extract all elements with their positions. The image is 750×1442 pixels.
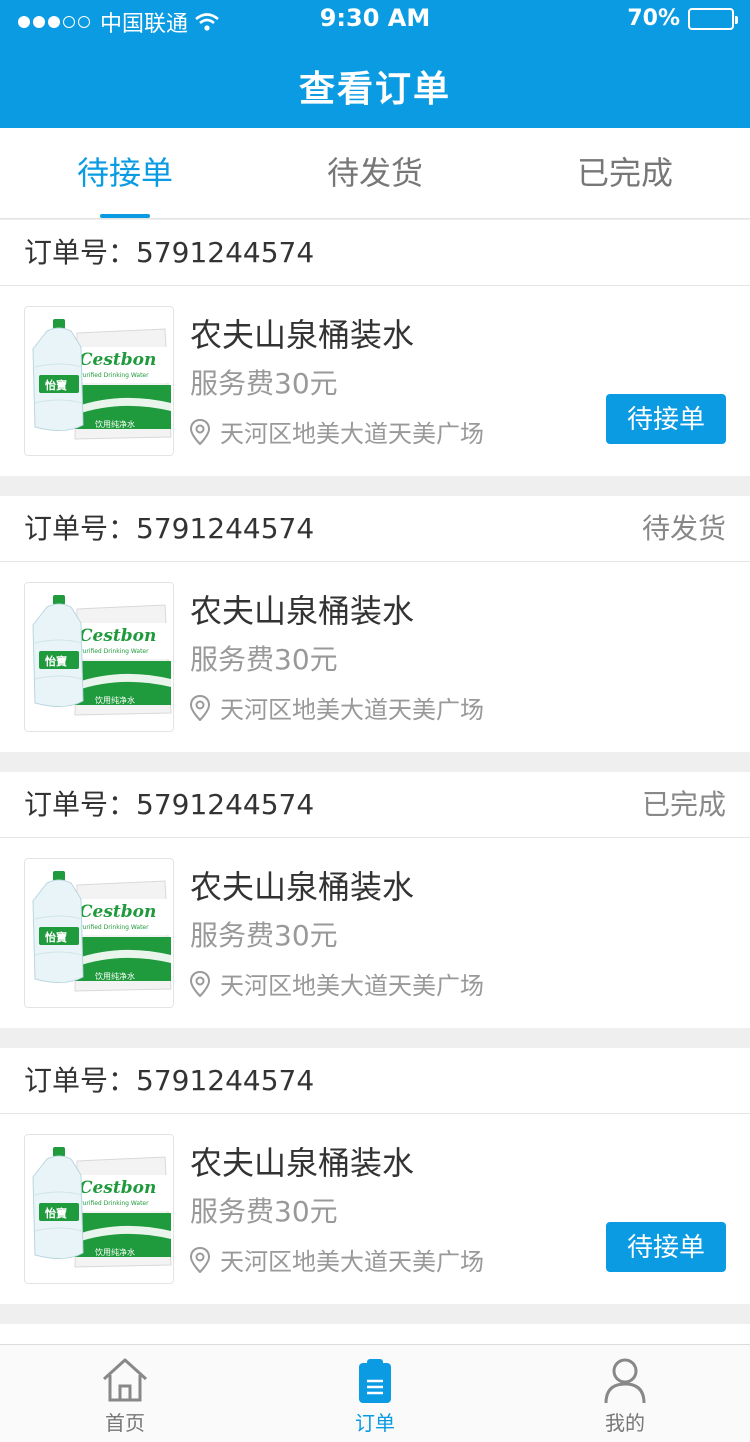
- location-pin-icon: [190, 970, 210, 997]
- address-text: 天河区地美大道天美广场: [220, 696, 484, 724]
- delivery-address: 天河区地美大道天美广场: [190, 690, 484, 725]
- product-image: [24, 858, 174, 1008]
- location-pin-icon: [190, 694, 210, 721]
- address-text: 天河区地美大道天美广场: [220, 420, 484, 448]
- order-number: 订单号：5791244574: [24, 1064, 315, 1097]
- accept-order-button[interactable]: 待接单: [606, 394, 726, 444]
- nav-home-label: 首页: [105, 1411, 145, 1435]
- service-fee: 服务费30元: [190, 919, 338, 952]
- location-pin-icon: [190, 1246, 210, 1273]
- bottom-tab-bar: 首页 订单 我的: [0, 1344, 750, 1442]
- product-name: 农夫山泉桶装水: [190, 868, 415, 906]
- nav-home[interactable]: 首页: [0, 1345, 250, 1442]
- tab-pending-ship[interactable]: 待发货: [250, 128, 500, 218]
- service-fee: 服务费30元: [190, 1195, 338, 1228]
- user-icon: [604, 1358, 646, 1404]
- service-fee: 服务费30元: [190, 643, 338, 676]
- product-image: [24, 1134, 174, 1284]
- order-body: 农夫山泉桶装水 服务费30元 天河区地美大道天美广场: [0, 562, 750, 752]
- product-image: [24, 306, 174, 456]
- order-state: 待发货: [641, 512, 726, 545]
- delivery-address: 天河区地美大道天美广场: [190, 966, 484, 1001]
- battery-status: 70%: [627, 6, 738, 31]
- order-card[interactable]: 订单号：5791244574 农夫山泉桶装水 服务费30元 天河区地美大道天美广…: [0, 1048, 750, 1304]
- order-state: 已完成: [641, 788, 726, 821]
- home-icon: [102, 1358, 148, 1402]
- location-pin-icon: [190, 418, 210, 445]
- address-text: 天河区地美大道天美广场: [220, 972, 484, 1000]
- order-status-tabs: 待接单 待发货 已完成: [0, 128, 750, 219]
- tab-completed[interactable]: 已完成: [500, 128, 750, 218]
- product-image: [24, 582, 174, 732]
- status-bar: 中国联通 9:30 AM 70%: [0, 0, 750, 40]
- nav-profile-label: 我的: [605, 1411, 645, 1435]
- accept-order-button[interactable]: 待接单: [606, 1222, 726, 1272]
- order-header: 订单号：5791244574 已完成: [0, 772, 750, 838]
- order-card[interactable]: 订单号：5791244574 农夫山泉桶装水 服务费30元 天河区地美大道天美广…: [0, 220, 750, 476]
- next-order-card-edge: [0, 1324, 750, 1344]
- battery-percent: 70%: [627, 6, 680, 31]
- tab-pending-accept[interactable]: 待接单: [0, 128, 250, 218]
- order-card[interactable]: 订单号：5791244574 已完成 农夫山泉桶装水 服务费30元 天河区地美大…: [0, 772, 750, 1028]
- order-header: 订单号：5791244574: [0, 220, 750, 286]
- product-name: 农夫山泉桶装水: [190, 592, 415, 630]
- delivery-address: 天河区地美大道天美广场: [190, 414, 484, 449]
- address-text: 天河区地美大道天美广场: [220, 1248, 484, 1276]
- order-header: 订单号：5791244574: [0, 1048, 750, 1114]
- battery-icon: [688, 7, 738, 30]
- nav-orders[interactable]: 订单: [250, 1345, 500, 1442]
- product-name: 农夫山泉桶装水: [190, 1144, 415, 1182]
- nav-profile[interactable]: 我的: [500, 1345, 750, 1442]
- order-header: 订单号：5791244574 待发货: [0, 496, 750, 562]
- order-number: 订单号：5791244574: [24, 788, 315, 821]
- delivery-address: 天河区地美大道天美广场: [190, 1242, 484, 1277]
- product-name: 农夫山泉桶装水: [190, 316, 415, 354]
- order-card[interactable]: 订单号：5791244574 待发货 农夫山泉桶装水 服务费30元 天河区地美大…: [0, 496, 750, 752]
- order-number: 订单号：5791244574: [24, 236, 315, 269]
- order-clipboard-icon: [359, 1359, 391, 1403]
- order-body: 农夫山泉桶装水 服务费30元 天河区地美大道天美广场 待接单: [0, 1114, 750, 1304]
- app-header: 中国联通 9:30 AM 70% 查看订单: [0, 0, 750, 128]
- order-body: 农夫山泉桶装水 服务费30元 天河区地美大道天美广场: [0, 838, 750, 1028]
- nav-orders-label: 订单: [355, 1411, 395, 1435]
- order-body: 农夫山泉桶装水 服务费30元 天河区地美大道天美广场 待接单: [0, 286, 750, 476]
- page-title: 查看订单: [298, 69, 451, 110]
- order-number: 订单号：5791244574: [24, 512, 315, 545]
- service-fee: 服务费30元: [190, 367, 338, 400]
